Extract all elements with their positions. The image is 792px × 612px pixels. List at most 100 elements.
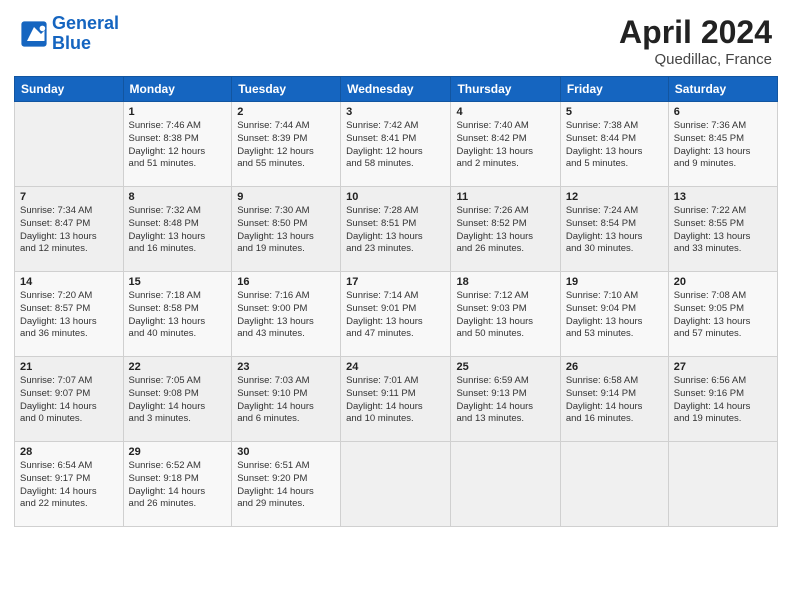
day-number: 22 xyxy=(129,361,227,373)
week-row-1: 1 Sunrise: 7:46 AM Sunset: 8:38 PM Daylig… xyxy=(15,102,778,187)
day-number: 29 xyxy=(129,446,227,458)
day-info: Sunrise: 7:26 AM Sunset: 8:52 PM Dayligh… xyxy=(456,205,554,256)
col-header-thursday: Thursday xyxy=(451,77,560,102)
calendar: SundayMondayTuesdayWednesdayThursdayFrid… xyxy=(0,76,792,527)
day-info: Sunrise: 7:40 AM Sunset: 8:42 PM Dayligh… xyxy=(456,120,554,171)
col-header-sunday: Sunday xyxy=(15,77,124,102)
day-info: Sunrise: 6:51 AM Sunset: 9:20 PM Dayligh… xyxy=(237,460,335,511)
day-cell: 10 Sunrise: 7:28 AM Sunset: 8:51 PM Dayli… xyxy=(341,187,451,272)
day-info: Sunrise: 6:58 AM Sunset: 9:14 PM Dayligh… xyxy=(566,375,663,426)
day-cell: 13Sunrise: 7:22 AM Sunset: 8:55 PM Dayli… xyxy=(668,187,777,272)
day-cell: 8 Sunrise: 7:32 AM Sunset: 8:48 PM Daylig… xyxy=(123,187,232,272)
week-row-3: 14Sunrise: 7:20 AM Sunset: 8:57 PM Dayli… xyxy=(15,272,778,357)
day-cell xyxy=(560,442,668,527)
day-number: 2 xyxy=(237,106,335,118)
day-number: 25 xyxy=(456,361,554,373)
day-info: Sunrise: 7:32 AM Sunset: 8:48 PM Dayligh… xyxy=(129,205,227,256)
week-row-5: 28 Sunrise: 6:54 AM Sunset: 9:17 PM Dayli… xyxy=(15,442,778,527)
day-number: 30 xyxy=(237,446,335,458)
day-info: Sunrise: 7:28 AM Sunset: 8:51 PM Dayligh… xyxy=(346,205,445,256)
day-cell: 14Sunrise: 7:20 AM Sunset: 8:57 PM Dayli… xyxy=(15,272,124,357)
day-cell: 2 Sunrise: 7:44 AM Sunset: 8:39 PM Daylig… xyxy=(232,102,341,187)
week-row-2: 7 Sunrise: 7:34 AM Sunset: 8:47 PM Daylig… xyxy=(15,187,778,272)
page: General Blue April 2024 Quedillac, Franc… xyxy=(0,0,792,612)
day-cell: 16Sunrise: 7:16 AM Sunset: 9:00 PM Dayli… xyxy=(232,272,341,357)
day-number: 26 xyxy=(566,361,663,373)
day-cell: 3Sunrise: 7:42 AM Sunset: 8:41 PM Daylig… xyxy=(341,102,451,187)
day-number: 14 xyxy=(20,276,118,288)
day-cell: 30 Sunrise: 6:51 AM Sunset: 9:20 PM Dayli… xyxy=(232,442,341,527)
day-cell: 12Sunrise: 7:24 AM Sunset: 8:54 PM Dayli… xyxy=(560,187,668,272)
logo: General Blue xyxy=(20,14,119,54)
day-info: Sunrise: 7:38 AM Sunset: 8:44 PM Dayligh… xyxy=(566,120,663,171)
logo-line1: General xyxy=(52,13,119,33)
col-header-tuesday: Tuesday xyxy=(232,77,341,102)
col-header-wednesday: Wednesday xyxy=(341,77,451,102)
day-info: Sunrise: 6:52 AM Sunset: 9:18 PM Dayligh… xyxy=(129,460,227,511)
day-cell: 6Sunrise: 7:36 AM Sunset: 8:45 PM Daylig… xyxy=(668,102,777,187)
day-cell: 23Sunrise: 7:03 AM Sunset: 9:10 PM Dayli… xyxy=(232,357,341,442)
header-row: SundayMondayTuesdayWednesdayThursdayFrid… xyxy=(15,77,778,102)
calendar-table: SundayMondayTuesdayWednesdayThursdayFrid… xyxy=(14,76,778,527)
logo-icon xyxy=(20,20,48,48)
day-info: Sunrise: 7:05 AM Sunset: 9:08 PM Dayligh… xyxy=(129,375,227,426)
logo-line2: Blue xyxy=(52,33,91,53)
day-info: Sunrise: 7:08 AM Sunset: 9:05 PM Dayligh… xyxy=(674,290,772,341)
calendar-body: 1 Sunrise: 7:46 AM Sunset: 8:38 PM Daylig… xyxy=(15,102,778,527)
day-info: Sunrise: 6:54 AM Sunset: 9:17 PM Dayligh… xyxy=(20,460,118,511)
day-info: Sunrise: 6:56 AM Sunset: 9:16 PM Dayligh… xyxy=(674,375,772,426)
day-cell: 24 Sunrise: 7:01 AM Sunset: 9:11 PM Dayli… xyxy=(341,357,451,442)
day-info: Sunrise: 7:34 AM Sunset: 8:47 PM Dayligh… xyxy=(20,205,118,256)
day-cell: 29 Sunrise: 6:52 AM Sunset: 9:18 PM Dayli… xyxy=(123,442,232,527)
day-info: Sunrise: 7:44 AM Sunset: 8:39 PM Dayligh… xyxy=(237,120,335,171)
week-row-4: 21 Sunrise: 7:07 AM Sunset: 9:07 PM Dayli… xyxy=(15,357,778,442)
day-cell xyxy=(341,442,451,527)
day-cell: 5 Sunrise: 7:38 AM Sunset: 8:44 PM Daylig… xyxy=(560,102,668,187)
day-info: Sunrise: 7:42 AM Sunset: 8:41 PM Dayligh… xyxy=(346,120,445,171)
day-number: 8 xyxy=(129,191,227,203)
day-cell: 19Sunrise: 7:10 AM Sunset: 9:04 PM Dayli… xyxy=(560,272,668,357)
day-cell xyxy=(668,442,777,527)
subtitle: Quedillac, France xyxy=(619,51,772,68)
day-cell xyxy=(15,102,124,187)
day-cell: 26 Sunrise: 6:58 AM Sunset: 9:14 PM Dayli… xyxy=(560,357,668,442)
day-info: Sunrise: 7:46 AM Sunset: 8:38 PM Dayligh… xyxy=(129,120,227,171)
day-cell xyxy=(451,442,560,527)
day-number: 5 xyxy=(566,106,663,118)
day-number: 10 xyxy=(346,191,445,203)
day-number: 16 xyxy=(237,276,335,288)
day-cell: 7 Sunrise: 7:34 AM Sunset: 8:47 PM Daylig… xyxy=(15,187,124,272)
calendar-header: SundayMondayTuesdayWednesdayThursdayFrid… xyxy=(15,77,778,102)
day-info: Sunrise: 7:30 AM Sunset: 8:50 PM Dayligh… xyxy=(237,205,335,256)
day-info: Sunrise: 7:01 AM Sunset: 9:11 PM Dayligh… xyxy=(346,375,445,426)
day-number: 13 xyxy=(674,191,772,203)
day-cell: 18 Sunrise: 7:12 AM Sunset: 9:03 PM Dayli… xyxy=(451,272,560,357)
day-info: Sunrise: 7:36 AM Sunset: 8:45 PM Dayligh… xyxy=(674,120,772,171)
day-info: Sunrise: 7:07 AM Sunset: 9:07 PM Dayligh… xyxy=(20,375,118,426)
day-cell: 4 Sunrise: 7:40 AM Sunset: 8:42 PM Daylig… xyxy=(451,102,560,187)
day-cell: 17Sunrise: 7:14 AM Sunset: 9:01 PM Dayli… xyxy=(341,272,451,357)
day-number: 23 xyxy=(237,361,335,373)
col-header-friday: Friday xyxy=(560,77,668,102)
col-header-saturday: Saturday xyxy=(668,77,777,102)
day-cell: 11Sunrise: 7:26 AM Sunset: 8:52 PM Dayli… xyxy=(451,187,560,272)
day-cell: 15Sunrise: 7:18 AM Sunset: 8:58 PM Dayli… xyxy=(123,272,232,357)
header: General Blue April 2024 Quedillac, Franc… xyxy=(0,0,792,76)
day-number: 21 xyxy=(20,361,118,373)
day-number: 18 xyxy=(456,276,554,288)
day-number: 17 xyxy=(346,276,445,288)
day-cell: 27 Sunrise: 6:56 AM Sunset: 9:16 PM Dayli… xyxy=(668,357,777,442)
day-cell: 25Sunrise: 6:59 AM Sunset: 9:13 PM Dayli… xyxy=(451,357,560,442)
day-number: 27 xyxy=(674,361,772,373)
day-number: 28 xyxy=(20,446,118,458)
day-info: Sunrise: 7:12 AM Sunset: 9:03 PM Dayligh… xyxy=(456,290,554,341)
col-header-monday: Monday xyxy=(123,77,232,102)
day-number: 1 xyxy=(129,106,227,118)
day-cell: 22 Sunrise: 7:05 AM Sunset: 9:08 PM Dayli… xyxy=(123,357,232,442)
day-number: 4 xyxy=(456,106,554,118)
main-title: April 2024 xyxy=(619,14,772,51)
logo-text: General Blue xyxy=(52,14,119,54)
day-number: 15 xyxy=(129,276,227,288)
day-number: 24 xyxy=(346,361,445,373)
day-number: 7 xyxy=(20,191,118,203)
